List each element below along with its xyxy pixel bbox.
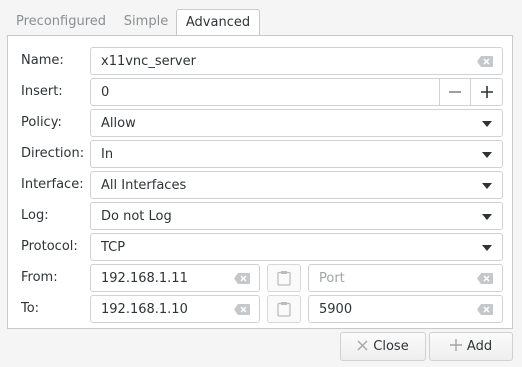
name-label: Name:	[21, 53, 64, 68]
to-label: To:	[21, 301, 40, 316]
to-ip-field[interactable]: 192.168.1.10	[90, 295, 260, 323]
from-ip-field[interactable]: 192.168.1.11	[90, 264, 260, 292]
to-port-value: 5900	[319, 302, 353, 317]
edit-clear-icon[interactable]	[477, 56, 493, 67]
name-value: x11vnc_server	[101, 54, 196, 69]
chevron-down-icon	[482, 121, 492, 127]
minus-icon	[449, 91, 461, 93]
log-combo[interactable]: Do not Log	[90, 202, 503, 230]
tab-preconfigured[interactable]: Preconfigured	[7, 9, 115, 35]
edit-clear-icon[interactable]	[477, 304, 493, 315]
chevron-down-icon	[482, 214, 492, 220]
direction-label: Direction:	[21, 146, 85, 161]
close-icon	[357, 340, 368, 351]
to-ip-value: 192.168.1.10	[101, 302, 188, 317]
edit-clear-icon[interactable]	[234, 273, 250, 284]
from-ip-value: 192.168.1.11	[101, 271, 188, 286]
log-value: Do not Log	[101, 209, 172, 224]
clipboard-paste-icon	[277, 271, 291, 286]
add-button[interactable]: Add	[429, 332, 513, 361]
log-label: Log:	[21, 208, 49, 223]
edit-clear-icon[interactable]	[234, 304, 250, 315]
policy-combo[interactable]: Allow	[90, 109, 503, 137]
edit-clear-icon[interactable]	[477, 273, 493, 284]
tab-advanced[interactable]: Advanced	[176, 9, 260, 37]
add-button-label: Add	[466, 339, 493, 354]
tab-simple[interactable]: Simple	[115, 9, 177, 35]
increment-button[interactable]	[470, 78, 503, 106]
decrement-button[interactable]	[439, 78, 471, 106]
interface-label: Interface:	[21, 177, 84, 192]
interface-combo[interactable]: All Interfaces	[90, 171, 503, 199]
direction-value: In	[101, 147, 114, 162]
from-paste-button[interactable]	[267, 264, 301, 292]
plus-icon	[481, 86, 493, 98]
from-port-field[interactable]: Port	[308, 264, 503, 292]
interface-value: All Interfaces	[101, 178, 187, 193]
name-field[interactable]: x11vnc_server	[90, 47, 503, 75]
chevron-down-icon	[482, 183, 492, 189]
policy-value: Allow	[101, 116, 136, 131]
from-label: From:	[21, 270, 58, 285]
protocol-combo[interactable]: TCP	[90, 233, 503, 261]
insert-value: 0	[101, 85, 110, 100]
insert-spin-input[interactable]: 0	[90, 78, 440, 106]
advanced-panel: Name: x11vnc_server Insert: 0 Policy: Al…	[7, 35, 513, 329]
protocol-value: TCP	[101, 240, 126, 255]
clipboard-paste-icon	[277, 302, 291, 317]
to-port-field[interactable]: 5900	[308, 295, 503, 323]
to-paste-button[interactable]	[267, 295, 301, 323]
add-icon	[449, 339, 462, 351]
direction-combo[interactable]: In	[90, 140, 503, 168]
close-button[interactable]: Close	[340, 332, 426, 361]
insert-label: Insert:	[21, 84, 63, 99]
from-port-placeholder: Port	[319, 271, 345, 286]
chevron-down-icon	[482, 245, 492, 251]
close-button-label: Close	[373, 339, 409, 354]
policy-label: Policy:	[21, 115, 62, 130]
chevron-down-icon	[482, 152, 492, 158]
protocol-label: Protocol:	[21, 239, 78, 254]
